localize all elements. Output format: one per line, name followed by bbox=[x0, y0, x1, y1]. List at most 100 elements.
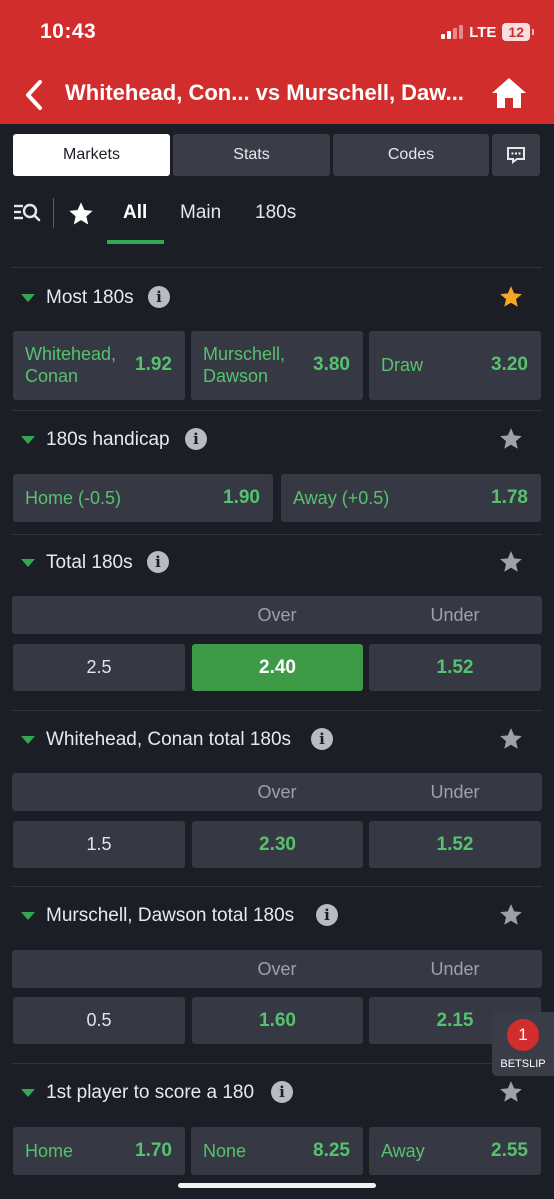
odd-murschell-most-180s[interactable]: Murschell, Dawson 3.80 bbox=[191, 331, 363, 400]
status-indicators: LTE 12 bbox=[441, 23, 534, 41]
over-under-header: Over Under bbox=[12, 773, 542, 811]
odd-label: Away bbox=[381, 1141, 425, 1161]
under-column-label: Under bbox=[430, 782, 480, 802]
odd-price: 1.90 bbox=[223, 487, 260, 508]
favourite-button[interactable] bbox=[498, 726, 524, 752]
home-indicator bbox=[178, 1183, 376, 1188]
info-icon[interactable]: i bbox=[316, 904, 338, 926]
collapse-caret-icon bbox=[21, 912, 35, 920]
total-line: 2.5 bbox=[13, 644, 185, 691]
chat-icon bbox=[507, 147, 525, 164]
odd-under-total[interactable]: 1.52 bbox=[369, 644, 541, 691]
favourites-filter[interactable] bbox=[67, 200, 95, 228]
battery-icon: 12 bbox=[502, 23, 534, 41]
odd-home-handicap[interactable]: Home (-0.5) 1.90 bbox=[13, 474, 273, 522]
filter-180s[interactable]: 180s bbox=[255, 202, 296, 224]
back-button[interactable] bbox=[22, 78, 48, 112]
chat-button[interactable] bbox=[492, 134, 540, 176]
info-icon[interactable]: i bbox=[271, 1081, 293, 1103]
favourite-button[interactable] bbox=[498, 284, 524, 310]
odd-label: Away (+0.5) bbox=[293, 488, 390, 508]
info-icon[interactable]: i bbox=[148, 286, 170, 308]
market-search-button[interactable] bbox=[12, 200, 42, 226]
star-icon bbox=[500, 904, 522, 925]
odd-label: Home (-0.5) bbox=[25, 488, 122, 508]
odd-draw-most-180s[interactable]: Draw 3.20 bbox=[369, 331, 541, 400]
market-header-first-180[interactable]: 1st player to score a 180 i bbox=[0, 1065, 554, 1121]
odd-label: None bbox=[203, 1141, 247, 1161]
tab-stats[interactable]: Stats bbox=[173, 134, 330, 176]
under-column-label: Under bbox=[430, 959, 480, 979]
odd-under-whitehead[interactable]: 1.52 bbox=[369, 821, 541, 868]
odd-price: 1.78 bbox=[491, 487, 528, 508]
odd-away-handicap[interactable]: Away (+0.5) 1.78 bbox=[281, 474, 541, 522]
odd-away-first-180[interactable]: Away 2.55 bbox=[369, 1127, 541, 1175]
over-under-header: Over Under bbox=[12, 950, 542, 988]
star-icon bbox=[500, 1081, 522, 1102]
odd-label: Murschell, Dawson bbox=[203, 344, 286, 386]
odd-price: 3.80 bbox=[313, 354, 350, 375]
over-under-header: Over Under bbox=[12, 596, 542, 634]
odd-price: 2.55 bbox=[491, 1140, 528, 1161]
favourite-button[interactable] bbox=[498, 1079, 524, 1105]
market-title: Whitehead, Conan total 180s bbox=[46, 729, 292, 750]
tab-bar: Markets Stats Codes bbox=[0, 124, 554, 186]
network-label: LTE bbox=[469, 23, 497, 41]
home-button[interactable] bbox=[490, 76, 528, 110]
info-icon[interactable]: i bbox=[311, 728, 333, 750]
filter-all[interactable]: All bbox=[123, 202, 147, 224]
star-filled-icon bbox=[500, 286, 522, 307]
app-header: 10:43 LTE 12 Whitehead, Con... vs Mursch… bbox=[0, 0, 554, 124]
market-header-whitehead-total[interactable]: Whitehead, Conan total 180s i bbox=[0, 712, 554, 768]
tab-markets[interactable]: Markets bbox=[13, 134, 170, 176]
odd-price: 1.92 bbox=[135, 354, 172, 375]
collapse-caret-icon bbox=[21, 559, 35, 567]
odd-over-total[interactable]: 2.40 bbox=[192, 644, 363, 691]
odd-over-whitehead[interactable]: 2.30 bbox=[192, 821, 363, 868]
info-icon[interactable]: i bbox=[147, 551, 169, 573]
betslip-count-badge: 1 bbox=[507, 1019, 539, 1051]
odd-none-first-180[interactable]: None 8.25 bbox=[191, 1127, 363, 1175]
market-title: Most 180s bbox=[46, 287, 134, 308]
info-icon[interactable]: i bbox=[185, 428, 207, 450]
star-icon bbox=[69, 202, 93, 225]
filter-main[interactable]: Main bbox=[180, 202, 221, 224]
market-header-180s-handicap[interactable]: 180s handicap i bbox=[0, 412, 554, 468]
total-line: 1.5 bbox=[13, 821, 185, 868]
favourite-button[interactable] bbox=[498, 549, 524, 575]
betslip-label: BETSLIP bbox=[500, 1058, 546, 1070]
favourite-button[interactable] bbox=[498, 902, 524, 928]
favourite-button[interactable] bbox=[498, 426, 524, 452]
star-icon bbox=[500, 728, 522, 749]
home-icon bbox=[492, 78, 526, 108]
status-time: 10:43 bbox=[40, 20, 97, 43]
market-header-total-180s[interactable]: Total 180s i bbox=[0, 535, 554, 591]
market-title: Total 180s bbox=[46, 552, 133, 573]
market-divider bbox=[12, 886, 542, 887]
tab-codes[interactable]: Codes bbox=[333, 134, 489, 176]
odd-price: 1.70 bbox=[135, 1140, 172, 1161]
chevron-left-icon bbox=[26, 80, 42, 110]
odd-label: Home bbox=[25, 1141, 74, 1161]
total-line: 0.5 bbox=[13, 997, 185, 1044]
odd-home-first-180[interactable]: Home 1.70 bbox=[13, 1127, 185, 1175]
star-icon bbox=[500, 428, 522, 449]
over-column-label: Over bbox=[257, 605, 297, 625]
odd-label: Draw bbox=[381, 355, 424, 375]
collapse-caret-icon bbox=[21, 294, 35, 302]
odd-over-murschell[interactable]: 1.60 bbox=[192, 997, 363, 1044]
market-title: 180s handicap bbox=[46, 429, 170, 450]
market-divider bbox=[12, 410, 542, 411]
collapse-caret-icon bbox=[21, 1089, 35, 1097]
signal-icon bbox=[441, 25, 464, 39]
odd-whitehead-most-180s[interactable]: Whitehead, Conan 1.92 bbox=[13, 331, 185, 400]
market-header-most-180s[interactable]: Most 180s i bbox=[0, 270, 554, 326]
market-divider bbox=[12, 1063, 542, 1064]
odd-price: 1.60 bbox=[259, 1010, 296, 1031]
market-divider bbox=[12, 710, 542, 711]
betslip-button[interactable]: 1 BETSLIP bbox=[492, 1012, 554, 1076]
collapse-caret-icon bbox=[21, 736, 35, 744]
market-header-murschell-total[interactable]: Murschell, Dawson total 180s i bbox=[0, 888, 554, 944]
filter-divider bbox=[53, 198, 54, 228]
odd-price: 3.20 bbox=[491, 354, 528, 375]
